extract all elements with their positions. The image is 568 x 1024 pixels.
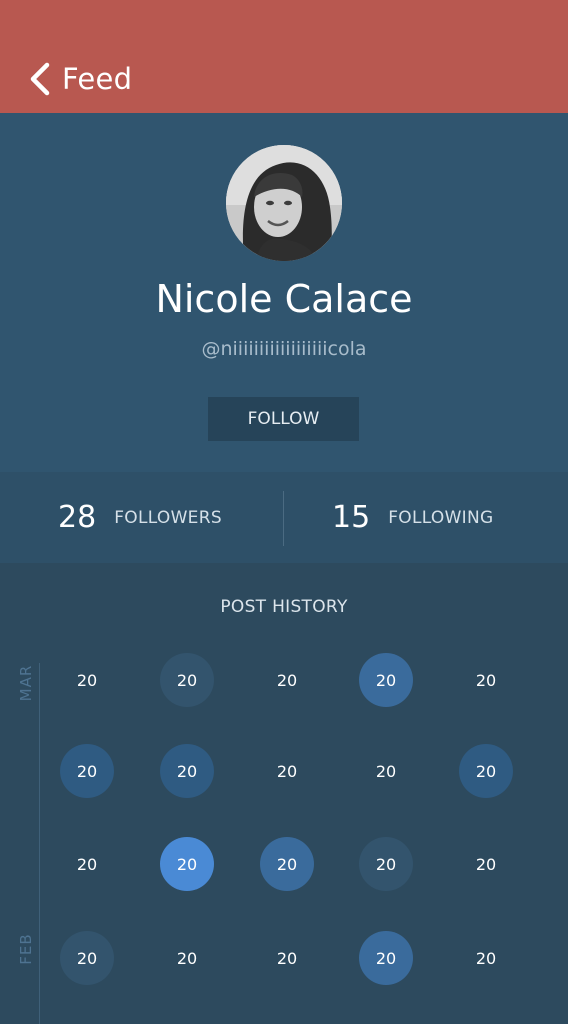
post-history-day[interactable]: 20 [260,653,314,707]
post-history-section: POST HISTORY MAR FEB 20 20 20 20 20 20 20 20 20 2… [0,563,568,1024]
post-history-day[interactable]: 20 [160,653,214,707]
post-history-day[interactable]: 20 [60,837,114,891]
profile-name: Nicole Calace [155,277,413,321]
post-history-day[interactable]: 20 [359,744,413,798]
post-history-day[interactable]: 20 [359,837,413,891]
post-history-title: POST HISTORY [220,597,348,617]
post-history-day[interactable]: 20 [60,744,114,798]
follow-button[interactable]: FOLLOW [208,397,359,441]
post-history-day[interactable]: 20 [459,653,513,707]
post-history-day[interactable]: 20 [459,931,513,985]
post-history-day[interactable]: 20 [359,653,413,707]
post-history-day[interactable]: 20 [260,837,314,891]
profile-handle: @niiiiiiiiiiiiiiiiiicola [201,338,367,360]
post-history-day[interactable]: 20 [260,744,314,798]
post-history-day[interactable]: 20 [60,653,114,707]
following-label: FOLLOWING [388,507,494,528]
following-count: 15 [332,500,371,535]
followers-count: 28 [58,500,97,535]
followers-stat[interactable]: 28 FOLLOWERS [58,472,222,563]
avatar-photo [226,145,342,261]
post-history-day[interactable]: 20 [160,837,214,891]
stats-divider [283,491,284,546]
back-label: Feed [62,62,133,96]
post-history-day[interactable]: 20 [359,931,413,985]
top-nav-bar: Feed [0,0,568,113]
followers-label: FOLLOWERS [114,507,222,528]
post-history-day[interactable]: 20 [160,931,214,985]
profile-screen: Feed Nicole Calace @niiiiiiiiiiiiiiiiiic… [0,0,568,1024]
following-stat[interactable]: 15 FOLLOWING [332,472,493,563]
back-to-feed-button[interactable]: Feed [28,54,132,104]
post-history-day[interactable]: 20 [459,837,513,891]
timeline-line [39,663,40,1024]
post-history-day[interactable]: 20 [60,931,114,985]
avatar[interactable] [226,145,342,261]
post-history-day[interactable]: 20 [459,744,513,798]
post-history-day[interactable]: 20 [260,931,314,985]
stats-bar: 28 FOLLOWERS 15 FOLLOWING [0,472,568,563]
chevron-left-icon [30,62,50,96]
month-label-mar: MAR [17,664,35,702]
profile-header: Nicole Calace @niiiiiiiiiiiiiiiiiicola F… [0,113,568,472]
month-label-feb: FEB [17,933,35,965]
post-history-day[interactable]: 20 [160,744,214,798]
